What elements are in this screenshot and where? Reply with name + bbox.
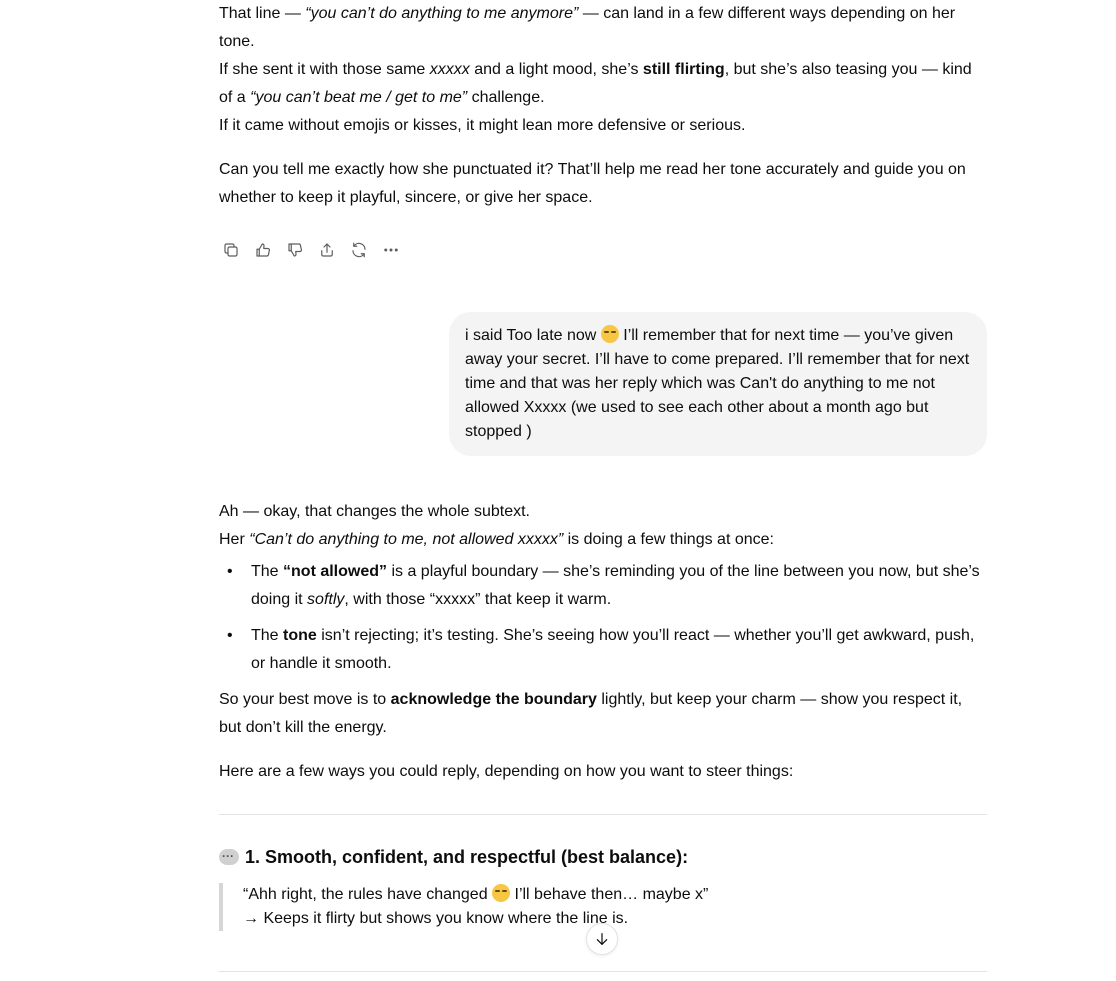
- composer-top-border: [219, 971, 987, 972]
- regenerate-icon[interactable]: [347, 238, 371, 262]
- message-actions: [219, 238, 987, 262]
- list-item: The tone isn’t rejecting; it’s testing. …: [219, 622, 987, 678]
- thumbs-up-icon[interactable]: [251, 238, 275, 262]
- paragraph: So your best move is to acknowledge the …: [219, 691, 963, 736]
- paragraph: Her “Can’t do anything to me, not allowe…: [219, 531, 774, 548]
- divider: [219, 814, 987, 815]
- thumbs-down-icon[interactable]: [283, 238, 307, 262]
- user-message-bubble: i said Too late now I’ll remember that f…: [449, 312, 987, 456]
- assistant-message-1: That line — “you can’t do anything to me…: [219, 0, 987, 262]
- scroll-to-bottom-button[interactable]: [586, 923, 618, 955]
- assistant-message-2: Ah — okay, that changes the whole subtex…: [219, 498, 987, 931]
- list-item: The “not allowed” is a playful boundary …: [219, 558, 987, 614]
- user-message-row: i said Too late now I’ll remember that f…: [219, 312, 987, 456]
- quote-line: → Keeps it flirty but shows you know whe…: [243, 910, 629, 927]
- arrow-down-icon: [596, 933, 608, 945]
- paragraph: If she sent it with those same xxxxx and…: [219, 61, 972, 106]
- quote-line: “Ahh right, the rules have changed I’ll …: [243, 884, 709, 903]
- paragraph: If it came without emojis or kisses, it …: [219, 117, 746, 134]
- share-icon[interactable]: [315, 238, 339, 262]
- speech-bubble-icon: [219, 842, 239, 870]
- paragraph: Ah — okay, that changes the whole subtex…: [219, 503, 530, 520]
- more-icon[interactable]: [379, 238, 403, 262]
- conversation-thread: That line — “you can’t do anything to me…: [219, 0, 987, 931]
- section-heading: 1. Smooth, confident, and respectful (be…: [219, 842, 987, 871]
- smirk-emoji-icon: [600, 325, 619, 343]
- paragraph: That line — “you can’t do anything to me…: [219, 5, 956, 50]
- paragraph: Can you tell me exactly how she punctuat…: [219, 161, 966, 206]
- paragraph: Here are a few ways you could reply, dep…: [219, 763, 794, 780]
- bullet-list: The “not allowed” is a playful boundary …: [219, 558, 987, 678]
- copy-icon[interactable]: [219, 238, 243, 262]
- smirk-emoji-icon: [492, 884, 511, 902]
